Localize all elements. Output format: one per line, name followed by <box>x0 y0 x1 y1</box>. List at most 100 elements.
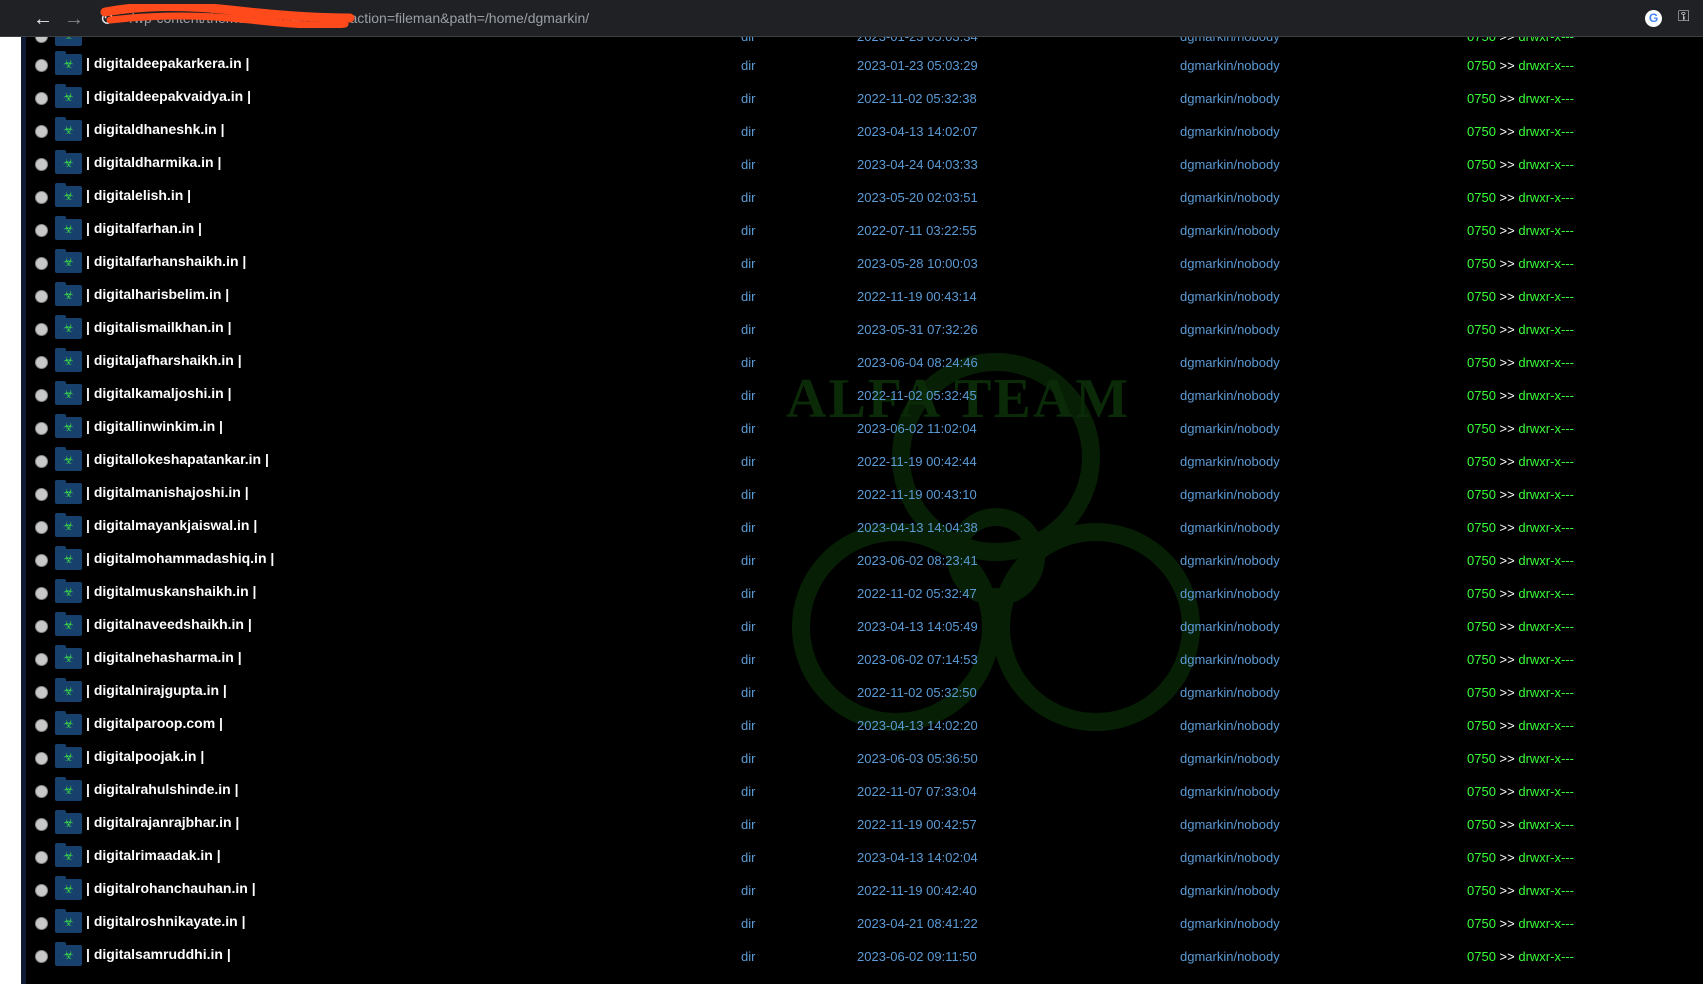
folder-icon[interactable]: ☣ <box>55 579 82 603</box>
folder-name-link[interactable]: | digitalpoojak.in | <box>86 748 204 764</box>
folder-icon[interactable]: ☣ <box>55 348 82 372</box>
table-row[interactable]: ☣ | digitaldharmika.in | dir 2023-04-24 04:… <box>26 148 1703 181</box>
folder-icon[interactable]: ☣ <box>55 381 82 405</box>
folder-icon[interactable]: ☣ <box>55 282 82 306</box>
folder-name-link[interactable]: | digitalrahulshinde.in | <box>86 781 239 797</box>
row-select-radio[interactable] <box>35 554 48 567</box>
permissions-link[interactable]: 0750 >> drwxr-x--- <box>1467 685 1574 700</box>
folder-icon[interactable]: ☣ <box>55 84 82 108</box>
row-select-radio[interactable] <box>35 290 48 303</box>
owner-group[interactable]: dgmarkin/nobody <box>1180 487 1280 502</box>
row-select-radio[interactable] <box>35 257 48 270</box>
table-row[interactable]: ☣ | digitaldhaneshk.in | dir 2023-04-13 14:… <box>26 115 1703 148</box>
folder-name-link[interactable]: | digitalrohanchauhan.in | <box>86 880 256 896</box>
owner-group[interactable]: dgmarkin/nobody <box>1180 454 1280 469</box>
folder-icon[interactable]: ☣ <box>55 414 82 438</box>
row-select-radio[interactable] <box>35 488 48 501</box>
table-row[interactable]: ☣ | digitalrohanchauhan.in | dir 2022-11-19… <box>26 874 1703 907</box>
owner-group[interactable]: dgmarkin/nobody <box>1180 190 1280 205</box>
arrow-right-icon[interactable]: → <box>62 7 86 31</box>
owner-group[interactable]: dgmarkin/nobody <box>1180 619 1280 634</box>
folder-name-link[interactable]: | digitaldeepakarkera.in | <box>86 55 249 71</box>
row-select-radio[interactable] <box>35 620 48 633</box>
row-select-radio[interactable] <box>35 224 48 237</box>
owner-group[interactable]: dgmarkin/nobody <box>1180 388 1280 403</box>
table-row[interactable]: ☣ | digitalpoojak.in | dir 2023-06-03 05:36… <box>26 742 1703 775</box>
folder-icon[interactable]: ☣ <box>55 612 82 636</box>
row-select-radio[interactable] <box>35 455 48 468</box>
row-select-radio[interactable] <box>35 884 48 897</box>
owner-group[interactable]: dgmarkin/nobody <box>1180 157 1280 172</box>
folder-name-link[interactable]: | digitallokeshapatankar.in | <box>86 451 269 467</box>
table-row[interactable]: ☣ | digitalmuskanshaikh.in | dir 2022-11-02… <box>26 577 1703 610</box>
owner-group[interactable]: dgmarkin/nobody <box>1180 289 1280 304</box>
row-select-radio[interactable] <box>35 950 48 963</box>
permissions-link[interactable]: 0750 >> drwxr-x--- <box>1467 553 1574 568</box>
permissions-link[interactable]: 0750 >> drwxr-x--- <box>1467 883 1574 898</box>
owner-group[interactable]: dgmarkin/nobody <box>1180 883 1280 898</box>
permissions-link[interactable]: 0750 >> drwxr-x--- <box>1467 817 1574 832</box>
table-row[interactable]: ☣ | digitalrahulshinde.in | dir 2022-11-07 … <box>26 775 1703 808</box>
folder-icon[interactable]: ☣ <box>55 183 82 207</box>
folder-icon[interactable]: ☣ <box>55 843 82 867</box>
folder-icon[interactable]: ☣ <box>55 480 82 504</box>
permissions-link[interactable]: 0750 >> drwxr-x--- <box>1467 223 1574 238</box>
row-select-radio[interactable] <box>35 37 48 43</box>
row-select-radio[interactable] <box>35 785 48 798</box>
folder-name-link[interactable]: | digitalmohammadashiq.in | <box>86 550 274 566</box>
folder-icon[interactable]: ☣ <box>55 777 82 801</box>
row-select-radio[interactable] <box>35 521 48 534</box>
table-row[interactable]: ☣ | digitallokeshapatankar.in | dir 2022-11… <box>26 445 1703 478</box>
table-row[interactable]: ☣ | digitalmayankjaiswal.in | dir 2023-04-1… <box>26 511 1703 544</box>
owner-group[interactable]: dgmarkin/nobody <box>1180 256 1280 271</box>
table-row[interactable]: ☣ | digitaljafharshaikh.in | dir 2023-06-04… <box>26 346 1703 379</box>
folder-icon[interactable]: ☣ <box>55 315 82 339</box>
row-select-radio[interactable] <box>35 818 48 831</box>
owner-group[interactable]: dgmarkin/nobody <box>1180 37 1280 44</box>
owner-group[interactable]: dgmarkin/nobody <box>1180 124 1280 139</box>
owner-group[interactable]: dgmarkin/nobody <box>1180 586 1280 601</box>
folder-name-link[interactable]: | digitalkamaljoshi.in | <box>86 385 232 401</box>
owner-group[interactable]: dgmarkin/nobody <box>1180 58 1280 73</box>
row-select-radio[interactable] <box>35 158 48 171</box>
permissions-link[interactable]: 0750 >> drwxr-x--- <box>1467 289 1574 304</box>
row-select-radio[interactable] <box>35 59 48 72</box>
owner-group[interactable]: dgmarkin/nobody <box>1180 817 1280 832</box>
table-row[interactable]: ☣ | digitalrimaadak.in | dir 2023-04-13 14:… <box>26 841 1703 874</box>
folder-icon[interactable]: ☣ <box>55 150 82 174</box>
permissions-link[interactable]: 0750 >> drwxr-x--- <box>1467 157 1574 172</box>
row-select-radio[interactable] <box>35 653 48 666</box>
owner-group[interactable]: dgmarkin/nobody <box>1180 784 1280 799</box>
folder-name-link[interactable]: | digitalismailkhan.in | <box>86 319 232 335</box>
owner-group[interactable]: dgmarkin/nobody <box>1180 850 1280 865</box>
table-row[interactable]: ☣ | digitalnaveedshaikh.in | dir 2023-04-13… <box>26 610 1703 643</box>
table-row[interactable]: ☣ | digitalnehasharma.in | dir 2023-06-02 0… <box>26 643 1703 676</box>
owner-group[interactable]: dgmarkin/nobody <box>1180 553 1280 568</box>
folder-name-link[interactable]: | digitalnehasharma.in | <box>86 649 242 665</box>
owner-group[interactable]: dgmarkin/nobody <box>1180 520 1280 535</box>
permissions-link[interactable]: 0750 >> drwxr-x--- <box>1467 58 1574 73</box>
folder-name-link[interactable]: | digitalparoop.com | <box>86 715 223 731</box>
owner-group[interactable]: dgmarkin/nobody <box>1180 355 1280 370</box>
folder-name-link[interactable]: | digitalfarhan.in | <box>86 220 202 236</box>
folder-icon[interactable]: ☣ <box>55 513 82 537</box>
folder-icon[interactable]: ☣ <box>55 447 82 471</box>
permissions-link[interactable]: 0750 >> drwxr-x--- <box>1467 91 1574 106</box>
owner-group[interactable]: dgmarkin/nobody <box>1180 751 1280 766</box>
owner-group[interactable]: dgmarkin/nobody <box>1180 322 1280 337</box>
folder-name-link[interactable]: | digitalelish.in | <box>86 187 191 203</box>
folder-icon[interactable]: ☣ <box>55 51 82 75</box>
folder-icon[interactable]: ☣ <box>55 678 82 702</box>
permissions-link[interactable]: 0750 >> drwxr-x--- <box>1467 388 1574 403</box>
permissions-link[interactable]: 0750 >> drwxr-x--- <box>1467 520 1574 535</box>
permissions-link[interactable]: 0750 >> drwxr-x--- <box>1467 718 1574 733</box>
row-select-radio[interactable] <box>35 125 48 138</box>
folder-name-link[interactable]: | digitalnirajgupta.in | <box>86 682 227 698</box>
folder-icon[interactable]: ☣ <box>55 645 82 669</box>
row-select-radio[interactable] <box>35 917 48 930</box>
folder-name-link[interactable]: | digitalrajanrajbhar.in | <box>86 814 239 830</box>
folder-name-link[interactable]: | digitaldharmika.in | <box>86 154 221 170</box>
permissions-link[interactable]: 0750 >> drwxr-x--- <box>1467 949 1574 964</box>
permissions-link[interactable]: 0750 >> drwxr-x--- <box>1467 256 1574 271</box>
table-row[interactable]: ☣ | digitalmohammadashiq.in | dir 2023-06-0… <box>26 544 1703 577</box>
